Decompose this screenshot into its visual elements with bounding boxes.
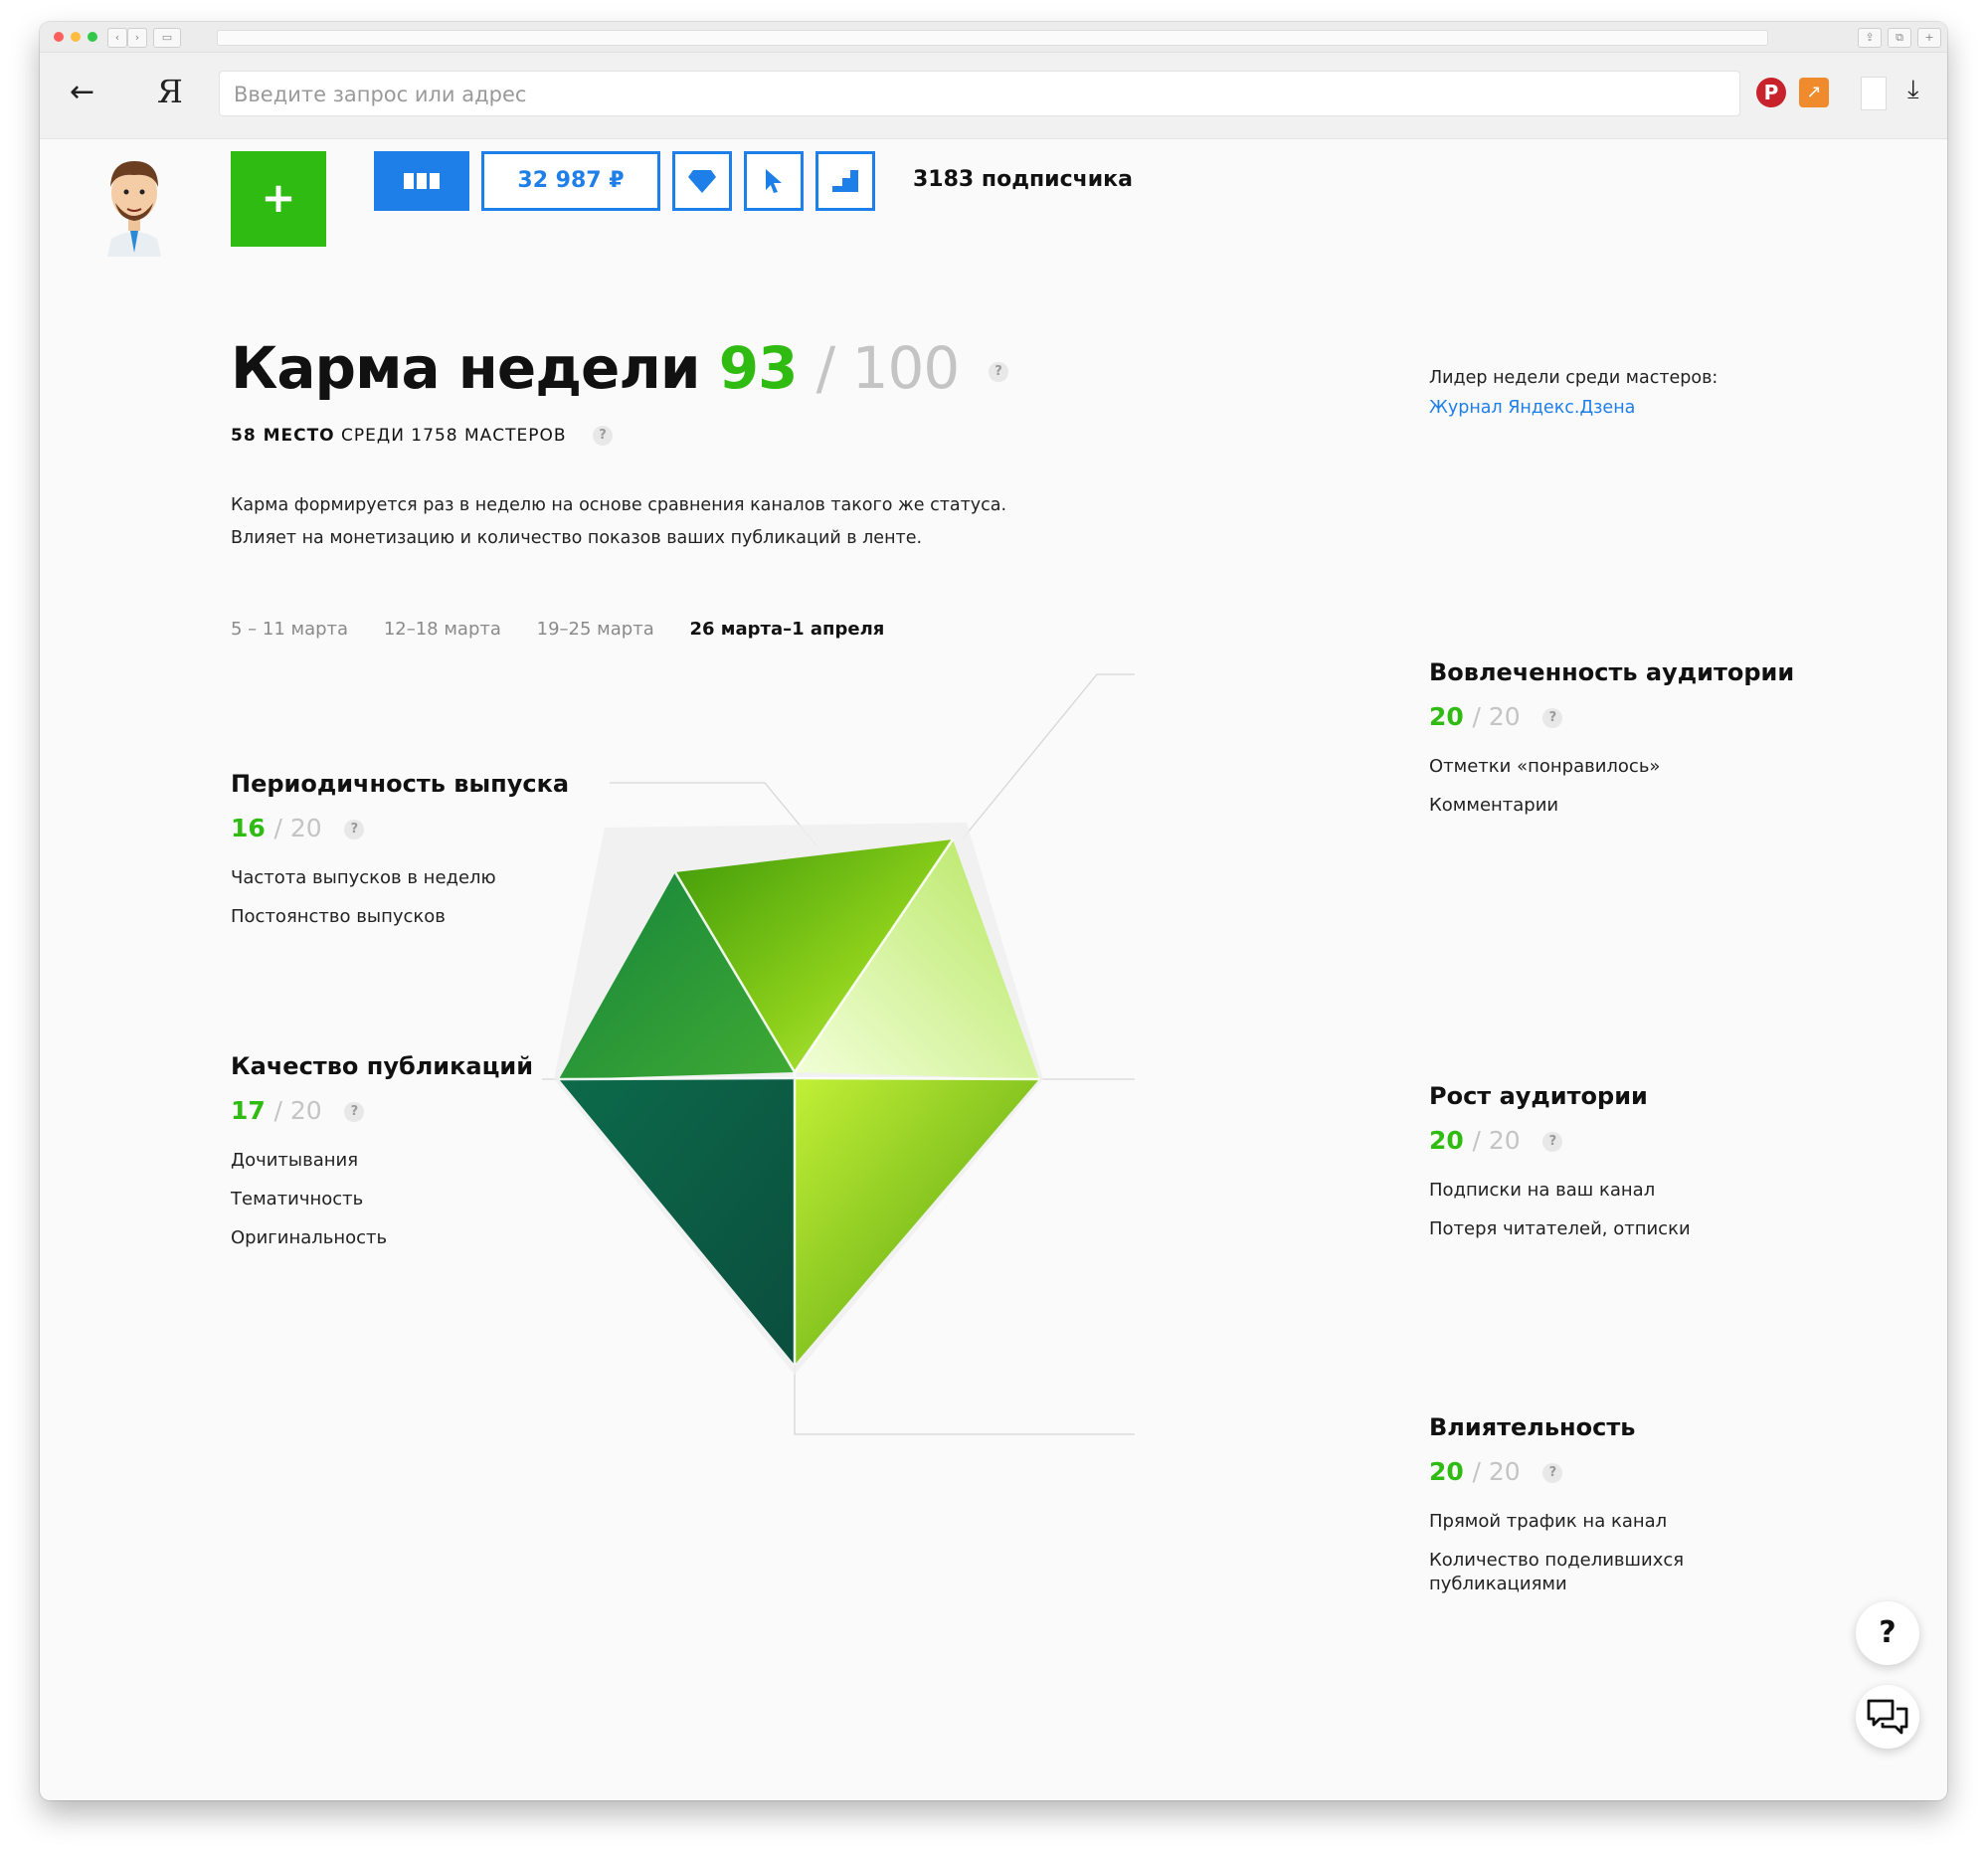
metric-item: Тематичность	[231, 1189, 364, 1210]
metric-score-max: / 20	[1472, 1457, 1521, 1486]
metric-help-icon[interactable]: ?	[344, 820, 365, 839]
metric-title: Качество публикаций	[231, 1052, 534, 1080]
metric-item: Подписки на ваш канал	[1429, 1180, 1656, 1201]
metric-influence: Влиятельность 20 / 20 ? Прямой трафик на…	[1429, 1413, 1698, 1611]
metric-score-value: 20	[1429, 1457, 1464, 1486]
chat-icon	[1867, 1699, 1908, 1735]
metric-periodicity: Периодичность выпуска 16 / 20 ? Частота …	[231, 770, 569, 944]
metric-items: Прямой трафик на канал Количество подели…	[1429, 1510, 1698, 1596]
metric-score: 20 / 20 ?	[1429, 1457, 1698, 1486]
connector-influence	[794, 1365, 1135, 1435]
metric-title: Вовлеченность аудитории	[1429, 658, 1795, 686]
help-button[interactable]: ?	[1856, 1601, 1919, 1665]
browser-window: ‹ › ▭ ⇪ ⧉ + ← Я Введите запрос или адрес…	[40, 22, 1947, 1800]
metric-score-value: 20	[1429, 702, 1464, 731]
chat-button[interactable]	[1856, 1685, 1919, 1749]
metric-items: Частота выпусков в неделю Постоянство вы…	[231, 866, 569, 929]
metric-items: Дочитывания Тематичность Оригинальность	[231, 1149, 533, 1250]
metric-score: 20 / 20 ?	[1429, 702, 1794, 731]
metric-quality: Качество публикаций 17 / 20 ? Дочитывани…	[231, 1052, 533, 1265]
metric-score-value: 16	[231, 814, 266, 842]
metric-help-icon[interactable]: ?	[344, 1102, 365, 1122]
metric-score-max: / 20	[273, 814, 322, 842]
metric-engagement: Вовлеченность аудитории 20 / 20 ? Отметк…	[1429, 658, 1794, 833]
metric-item: Потеря читателей, отписки	[1429, 1218, 1691, 1239]
facet-influence	[795, 1078, 1039, 1365]
metric-help-icon[interactable]: ?	[1542, 1463, 1563, 1483]
metric-items: Отметки «понравилось» Комментарии	[1429, 755, 1794, 818]
metric-item: Отметки «понравилось»	[1429, 756, 1661, 777]
metric-items: Подписки на ваш канал Потеря читателей, …	[1429, 1179, 1691, 1241]
metric-score: 16 / 20 ?	[231, 814, 569, 842]
metric-item: Комментарии	[1429, 795, 1559, 816]
metric-item: Частота выпусков в неделю	[231, 867, 496, 888]
metric-title: Периодичность выпуска	[231, 770, 570, 798]
metric-item: Количество поделившихся публикациями	[1429, 1550, 1685, 1594]
connector-engagement	[962, 673, 1135, 839]
metric-help-icon[interactable]: ?	[1542, 708, 1563, 728]
metric-title: Влиятельность	[1429, 1413, 1636, 1441]
metric-item: Дочитывания	[231, 1150, 359, 1171]
metric-item: Постоянство выпусков	[231, 906, 446, 927]
facet-quality	[559, 1078, 795, 1365]
metric-score-max: / 20	[1472, 702, 1521, 731]
metric-score-max: / 20	[273, 1096, 322, 1125]
metric-score-value: 17	[231, 1096, 266, 1125]
metric-item: Оригинальность	[231, 1227, 388, 1248]
metric-score-value: 20	[1429, 1126, 1464, 1155]
metric-score: 20 / 20 ?	[1429, 1126, 1691, 1155]
metric-score-max: / 20	[1472, 1126, 1521, 1155]
metric-help-icon[interactable]: ?	[1542, 1132, 1563, 1152]
metric-item: Прямой трафик на канал	[1429, 1511, 1668, 1532]
metric-score: 17 / 20 ?	[231, 1096, 533, 1125]
metric-growth: Рост аудитории 20 / 20 ? Подписки на ваш…	[1429, 1082, 1691, 1256]
metric-title: Рост аудитории	[1429, 1082, 1648, 1110]
